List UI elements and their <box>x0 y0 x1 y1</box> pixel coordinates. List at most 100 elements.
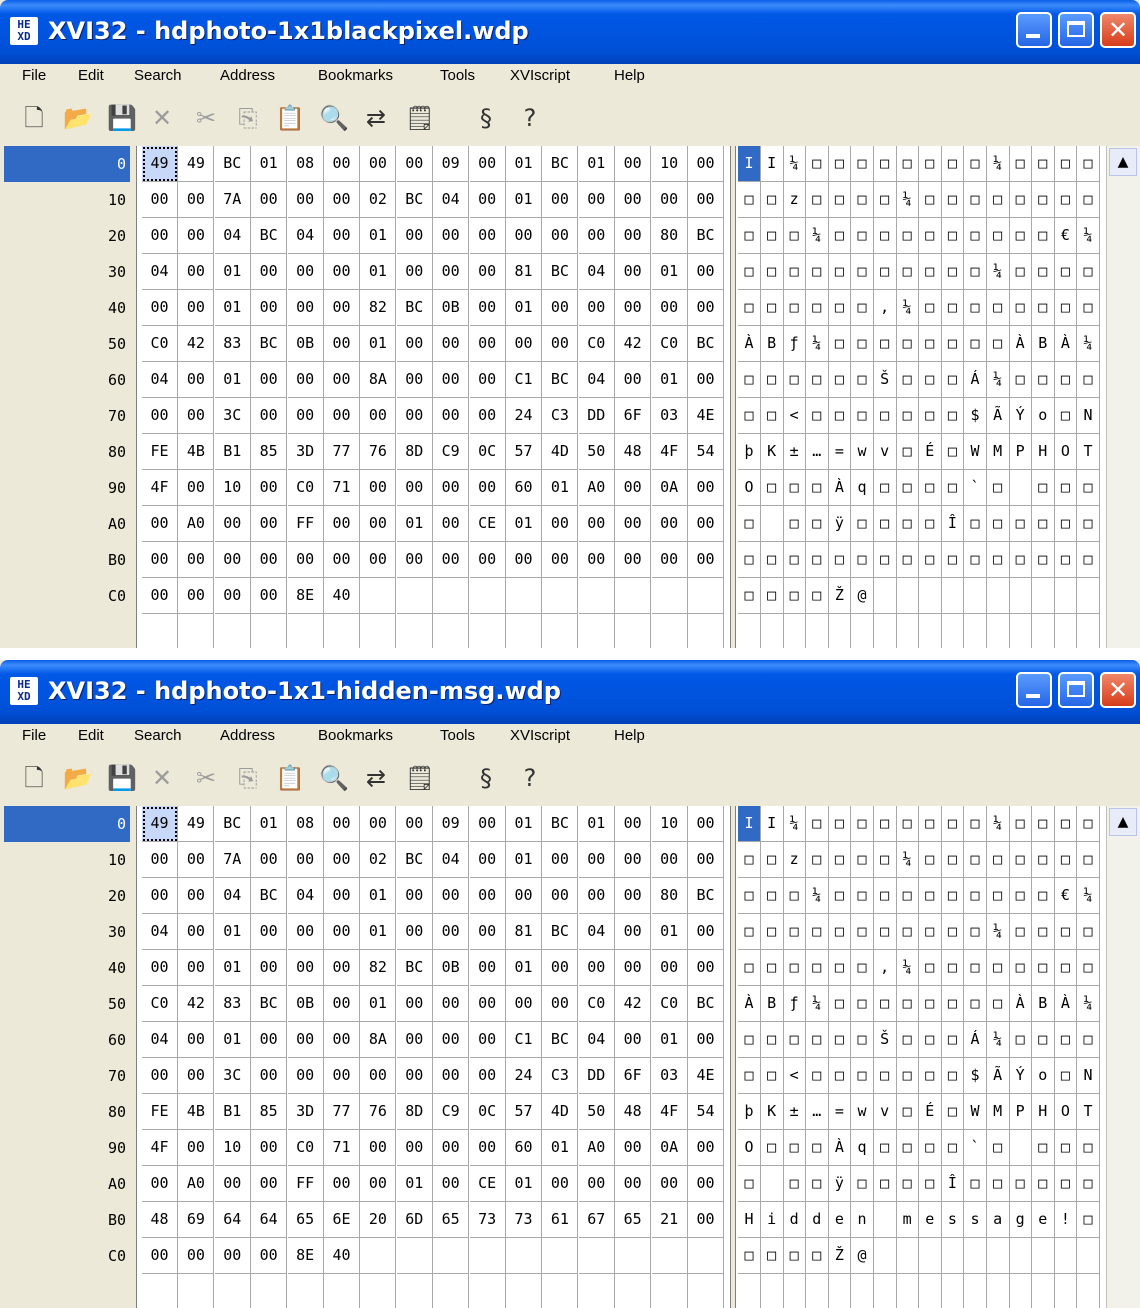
hex-cell[interactable]: 6F <box>615 1058 652 1094</box>
ascii-cell[interactable]: □ <box>1031 1166 1055 1202</box>
replace-icon[interactable]: ⇄ <box>360 762 392 794</box>
ascii-cell[interactable]: ƒ <box>783 326 807 362</box>
ascii-cell[interactable]: □ <box>805 1166 829 1202</box>
hex-cell[interactable]: 00 <box>578 542 615 578</box>
hex-cell[interactable] <box>360 1274 397 1308</box>
hex-cell[interactable]: 00 <box>178 398 215 434</box>
hex-cell[interactable]: 00 <box>688 542 724 578</box>
ascii-cell[interactable]: □ <box>1009 542 1033 578</box>
ascii-cell[interactable] <box>896 614 920 648</box>
ascii-cell[interactable]: … <box>805 434 829 470</box>
hex-cell[interactable]: 04 <box>578 362 615 398</box>
hex-cell[interactable]: 00 <box>396 254 433 290</box>
hex-cell[interactable]: 00 <box>251 290 288 326</box>
ascii-cell[interactable]: □ <box>918 146 942 182</box>
hex-cell[interactable] <box>615 1274 652 1308</box>
ascii-cell[interactable]: □ <box>918 1022 942 1058</box>
hex-cell[interactable]: 00 <box>287 182 324 218</box>
hex-cell[interactable] <box>542 614 579 648</box>
ascii-cell[interactable]: À <box>738 326 761 362</box>
hex-cell[interactable]: BC <box>396 950 433 986</box>
ascii-cell[interactable]: □ <box>1054 950 1078 986</box>
hex-cell[interactable]: 0A <box>651 470 688 506</box>
hex-cell[interactable]: 00 <box>542 182 579 218</box>
hex-cell[interactable]: 00 <box>396 878 433 914</box>
hex-cell[interactable]: 0B <box>287 326 324 362</box>
ascii-cell[interactable]: þ <box>738 1094 761 1130</box>
hex-cell[interactable] <box>324 614 360 648</box>
ascii-cell[interactable] <box>1031 1238 1055 1274</box>
scroll-up-arrow-icon[interactable]: ▲ <box>1109 148 1137 176</box>
hex-cell[interactable]: 01 <box>651 1022 688 1058</box>
hex-cell[interactable]: 24 <box>506 1058 542 1094</box>
ascii-cell[interactable]: □ <box>1009 362 1033 398</box>
ascii-cell[interactable]: □ <box>805 1130 829 1166</box>
ascii-cell[interactable]: □ <box>851 146 874 182</box>
hex-cell[interactable]: 02 <box>360 182 397 218</box>
ascii-cell[interactable] <box>941 1238 965 1274</box>
ascii-cell[interactable]: ÿ <box>828 506 852 542</box>
ascii-cell[interactable]: □ <box>783 878 807 914</box>
ascii-cell[interactable]: □ <box>941 950 965 986</box>
hex-cell[interactable]: 00 <box>469 878 506 914</box>
ascii-cell[interactable]: □ <box>941 986 965 1022</box>
hex-cell[interactable]: 01 <box>214 1022 251 1058</box>
ascii-cell[interactable] <box>761 614 784 648</box>
ascii-cell[interactable] <box>1077 1274 1100 1308</box>
ascii-cell[interactable]: □ <box>1077 182 1100 218</box>
hex-cell[interactable]: 00 <box>542 950 579 986</box>
ascii-cell[interactable]: □ <box>941 842 965 878</box>
hex-cell[interactable]: 7A <box>214 182 251 218</box>
ascii-cell[interactable]: □ <box>760 950 784 986</box>
hex-cell[interactable]: C0 <box>142 326 178 362</box>
hex-cell[interactable]: 00 <box>396 398 433 434</box>
hex-cell[interactable]: 04 <box>214 878 251 914</box>
hex-cell[interactable]: 00 <box>142 950 178 986</box>
ascii-cell[interactable]: □ <box>851 542 874 578</box>
ascii-cell[interactable]: □ <box>896 1058 920 1094</box>
hex-cell[interactable] <box>506 1238 542 1274</box>
hex-cell[interactable]: 71 <box>324 470 360 506</box>
ascii-cell[interactable]: À <box>1054 986 1078 1022</box>
hex-cell[interactable]: BC <box>251 986 288 1022</box>
ascii-cell[interactable] <box>806 1274 829 1308</box>
hex-cell[interactable]: 00 <box>469 254 506 290</box>
hex-cell[interactable]: 00 <box>251 182 288 218</box>
hex-cell[interactable]: 00 <box>251 914 288 950</box>
hex-cell[interactable]: 00 <box>615 950 652 986</box>
ascii-cell[interactable]: ` <box>964 1130 987 1166</box>
hex-cell[interactable]: 01 <box>651 254 688 290</box>
hex-cell[interactable]: 00 <box>615 218 652 254</box>
ascii-cell[interactable] <box>896 1274 920 1308</box>
ascii-cell[interactable]: Š <box>873 1022 897 1058</box>
ascii-cell[interactable]: □ <box>828 842 852 878</box>
ascii-cell[interactable]: □ <box>1077 542 1100 578</box>
hex-cell[interactable]: 8D <box>396 434 433 470</box>
ascii-cell[interactable]: Î <box>941 506 965 542</box>
hex-cell[interactable]: 09 <box>433 146 470 182</box>
save-icon[interactable]: 💾 <box>106 762 138 794</box>
ascii-cell[interactable]: □ <box>1077 1166 1100 1202</box>
ascii-cell[interactable]: □ <box>896 878 920 914</box>
hex-cell[interactable]: 01 <box>651 362 688 398</box>
ascii-cell[interactable]: □ <box>873 914 897 950</box>
ascii-cell[interactable]: @ <box>851 1238 874 1274</box>
ascii-cell[interactable]: □ <box>783 542 807 578</box>
hex-cell[interactable]: BC <box>251 218 288 254</box>
hex-cell[interactable]: 00 <box>615 1130 652 1166</box>
ascii-cell[interactable]: □ <box>964 254 987 290</box>
ascii-cell[interactable]: □ <box>941 218 965 254</box>
hex-cell[interactable]: 00 <box>251 1130 288 1166</box>
hex-cell[interactable]: 10 <box>651 146 688 182</box>
ascii-cell[interactable]: □ <box>896 506 920 542</box>
ascii-cell[interactable]: □ <box>1009 254 1033 290</box>
hex-cell[interactable]: 10 <box>651 806 688 842</box>
ascii-cell[interactable]: I <box>760 146 784 182</box>
ascii-cell[interactable]: □ <box>851 506 874 542</box>
ascii-cell[interactable]: □ <box>828 398 852 434</box>
ascii-cell[interactable]: □ <box>964 1166 987 1202</box>
hex-cell[interactable] <box>288 1274 324 1308</box>
hex-cell[interactable]: BC <box>688 218 724 254</box>
ascii-cell[interactable]: □ <box>918 806 942 842</box>
hex-cell[interactable]: 00 <box>396 218 433 254</box>
